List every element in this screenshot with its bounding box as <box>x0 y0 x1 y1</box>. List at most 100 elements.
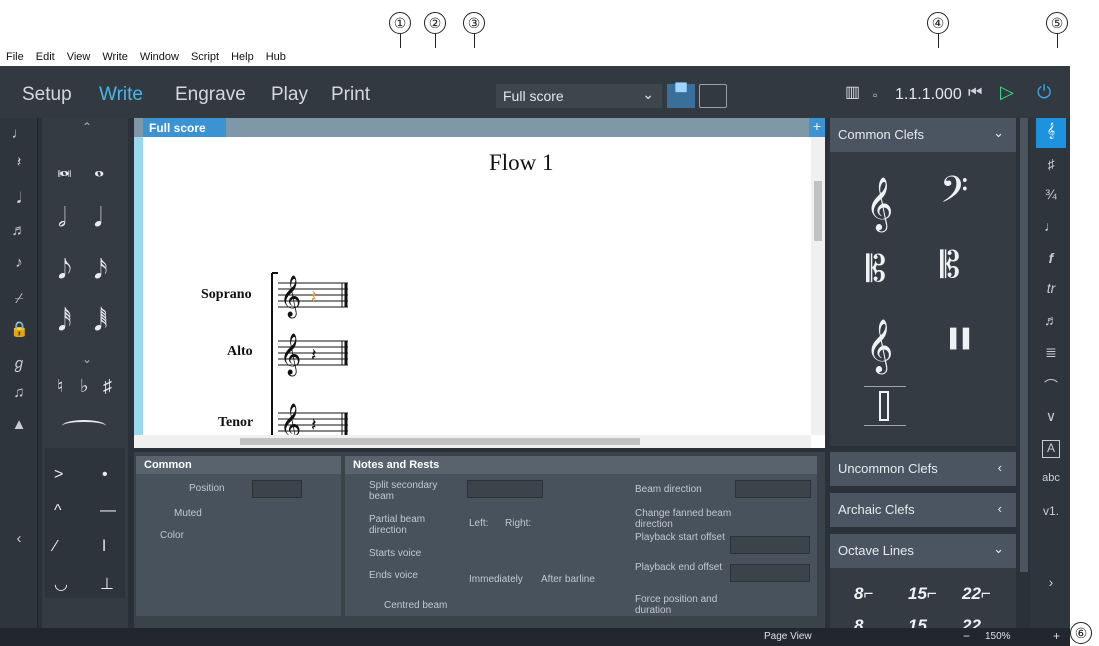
octave-15ma-icon[interactable]: 15⌐ <box>908 584 937 604</box>
menu-window[interactable]: Window <box>134 51 185 63</box>
dynamics-icon[interactable]: f <box>1042 250 1060 268</box>
ornaments-icon[interactable]: tr <box>1042 280 1060 298</box>
mode-print[interactable]: Print <box>331 84 370 106</box>
left-option[interactable]: Left: <box>469 518 488 529</box>
wedge-icon[interactable]: ǀ <box>102 538 106 556</box>
right-option[interactable]: Right: <box>505 518 531 529</box>
staccato-icon[interactable]: • <box>102 466 108 484</box>
after-barline-option[interactable]: After barline <box>541 574 595 585</box>
fermata-icon[interactable]: ⌒ <box>1042 376 1060 394</box>
tenuto-icon[interactable]: — <box>100 502 116 520</box>
force-position-label[interactable]: Force position and duration <box>635 594 735 616</box>
mode-play[interactable]: Play <box>271 84 308 106</box>
menu-help[interactable]: Help <box>225 51 260 63</box>
partial-beam-label[interactable]: Partial beam direction <box>369 514 459 536</box>
vertical-scrollbar[interactable] <box>811 137 825 435</box>
ends-voice-label[interactable]: Ends voice <box>369 570 418 581</box>
zoom-out-icon[interactable]: − <box>963 629 970 643</box>
beam-direction-field[interactable] <box>735 480 811 498</box>
mode-setup[interactable]: Setup <box>22 84 72 106</box>
section-archaic-clefs[interactable]: Archaic Clefs ‹ <box>830 493 1016 527</box>
muted-checkbox[interactable]: Muted <box>174 508 202 519</box>
color-label[interactable]: Color <box>160 530 184 541</box>
octave-8va-icon[interactable]: 8⌐ <box>854 584 873 604</box>
menu-script[interactable]: Script <box>185 51 225 63</box>
eighth-note-icon[interactable]: 𝅘𝅥𝅮 <box>58 254 72 286</box>
chevron-down-icon[interactable]: ⌄ <box>82 352 92 366</box>
section-uncommon-clefs[interactable]: Uncommon Clefs ‹ <box>830 452 1016 486</box>
bowing-icon[interactable]: ∨ <box>1042 408 1060 426</box>
sharp-icon[interactable]: ♯ <box>103 376 112 397</box>
menu-hub[interactable]: Hub <box>260 51 292 63</box>
rewind-icon[interactable]: ⏮ <box>968 84 982 102</box>
alto-clef-icon[interactable]: 𝄡 <box>866 248 886 291</box>
layout-select[interactable]: Full score ⌄ <box>496 84 662 108</box>
treble-8vb-icon[interactable]: 𝄞 <box>866 318 893 374</box>
immediately-option[interactable]: Immediately <box>469 574 523 585</box>
treble-clef-icon[interactable]: 𝄞 <box>866 176 893 232</box>
octave-22ma-icon[interactable]: 22⌐ <box>962 584 991 604</box>
fermata-icon[interactable]: ◡ <box>54 574 68 594</box>
power-icon[interactable]: ⏻ <box>1037 82 1051 103</box>
rest-icon[interactable]: 𝄽 <box>10 154 28 172</box>
zoom-in-icon[interactable]: + <box>1053 629 1060 643</box>
page-view-icon[interactable] <box>699 84 727 108</box>
starts-voice-label[interactable]: Starts voice <box>369 548 421 559</box>
right-panel-scrollbar[interactable] <box>1020 118 1028 572</box>
stress-icon[interactable]: ⊥ <box>100 574 114 594</box>
playback-end-label[interactable]: Playback end offset <box>635 562 735 573</box>
metronome-icon[interactable]: ▫ <box>873 88 877 102</box>
tremolo-icon[interactable]: ♬ <box>1042 312 1060 330</box>
lock-icon[interactable]: 🔒 <box>10 320 29 338</box>
text-icon[interactable]: A <box>1042 440 1060 458</box>
slur-icon[interactable] <box>62 420 106 432</box>
tab-full-score[interactable]: Full score <box>143 118 226 137</box>
chevron-up-icon[interactable]: ⌃ <box>82 120 92 134</box>
collapse-left-icon[interactable]: ‹ <box>10 530 28 548</box>
plus-icon[interactable]: + <box>809 118 825 137</box>
collapse-right-icon[interactable]: › <box>1042 574 1060 592</box>
split-beam-label[interactable]: Split secondary beam <box>369 480 459 502</box>
split-beam-field[interactable] <box>467 480 543 498</box>
select-icon[interactable]: ▲ <box>10 416 28 434</box>
quarter-note-icon[interactable]: 𝅘𝅥 <box>94 202 102 234</box>
playback-start-field[interactable] <box>730 536 810 554</box>
playback-start-label[interactable]: Playback start offset <box>635 532 735 543</box>
staccatissimo-icon[interactable]: ⁄ <box>54 538 57 556</box>
tenor-clef-icon[interactable]: 𝄡 <box>940 244 960 287</box>
whole-note-icon[interactable]: 𝅝 <box>94 152 104 184</box>
flat-icon[interactable]: ♭ <box>80 376 89 397</box>
bass-clef-icon[interactable]: 𝄢 <box>940 170 968 220</box>
horizontal-scrollbar[interactable] <box>134 435 811 448</box>
breve-icon[interactable]: 𝅜 <box>57 152 72 184</box>
note-input-icon[interactable]: ♩ <box>10 125 28 143</box>
grace-note-icon[interactable]: ♪ <box>10 254 28 272</box>
menu-write[interactable]: Write <box>96 51 133 63</box>
section-common-clefs[interactable]: Common Clefs ⌄ <box>830 118 1016 152</box>
insert-icon[interactable]: ℊ <box>10 352 28 372</box>
cue-icon[interactable]: ⌿ <box>10 290 28 308</box>
percussion-clef-icon[interactable]: ▌▌ <box>950 328 976 349</box>
voice-icon[interactable]: ♫ <box>10 384 28 402</box>
zoom-level[interactable]: 150% <box>985 631 1011 642</box>
tuplet-icon[interactable]: ♬ <box>10 222 28 240</box>
clef-icon[interactable]: 𝄞 <box>1036 118 1066 148</box>
mixer-icon[interactable]: ▥ <box>845 82 860 102</box>
mode-engrave[interactable]: Engrave <box>175 84 246 106</box>
section-octave-lines[interactable]: Octave Lines ⌄ <box>830 534 1016 568</box>
tab-clef-icon[interactable] <box>864 386 906 426</box>
half-note-icon[interactable]: 𝅗𝅥 <box>58 202 66 234</box>
page-view-select[interactable]: Page View <box>764 631 812 642</box>
natural-icon[interactable]: ♮ <box>57 376 63 397</box>
tempo-icon[interactable]: ♩ <box>1042 218 1060 236</box>
repeat-icon[interactable]: ≣ <box>1042 344 1060 362</box>
chord-icon[interactable]: 𝅘𝅥 <box>10 190 28 208</box>
mode-write[interactable]: Write <box>99 84 143 106</box>
lyrics-icon[interactable]: abc <box>1042 472 1060 490</box>
menu-edit[interactable]: Edit <box>30 51 61 63</box>
accent-icon[interactable]: > <box>54 466 63 484</box>
sixty-fourth-note-icon[interactable]: 𝅘𝅥𝅱 <box>94 306 108 338</box>
position-field[interactable] <box>252 480 302 498</box>
menu-file[interactable]: File <box>0 51 30 63</box>
playback-end-field[interactable] <box>730 564 810 582</box>
